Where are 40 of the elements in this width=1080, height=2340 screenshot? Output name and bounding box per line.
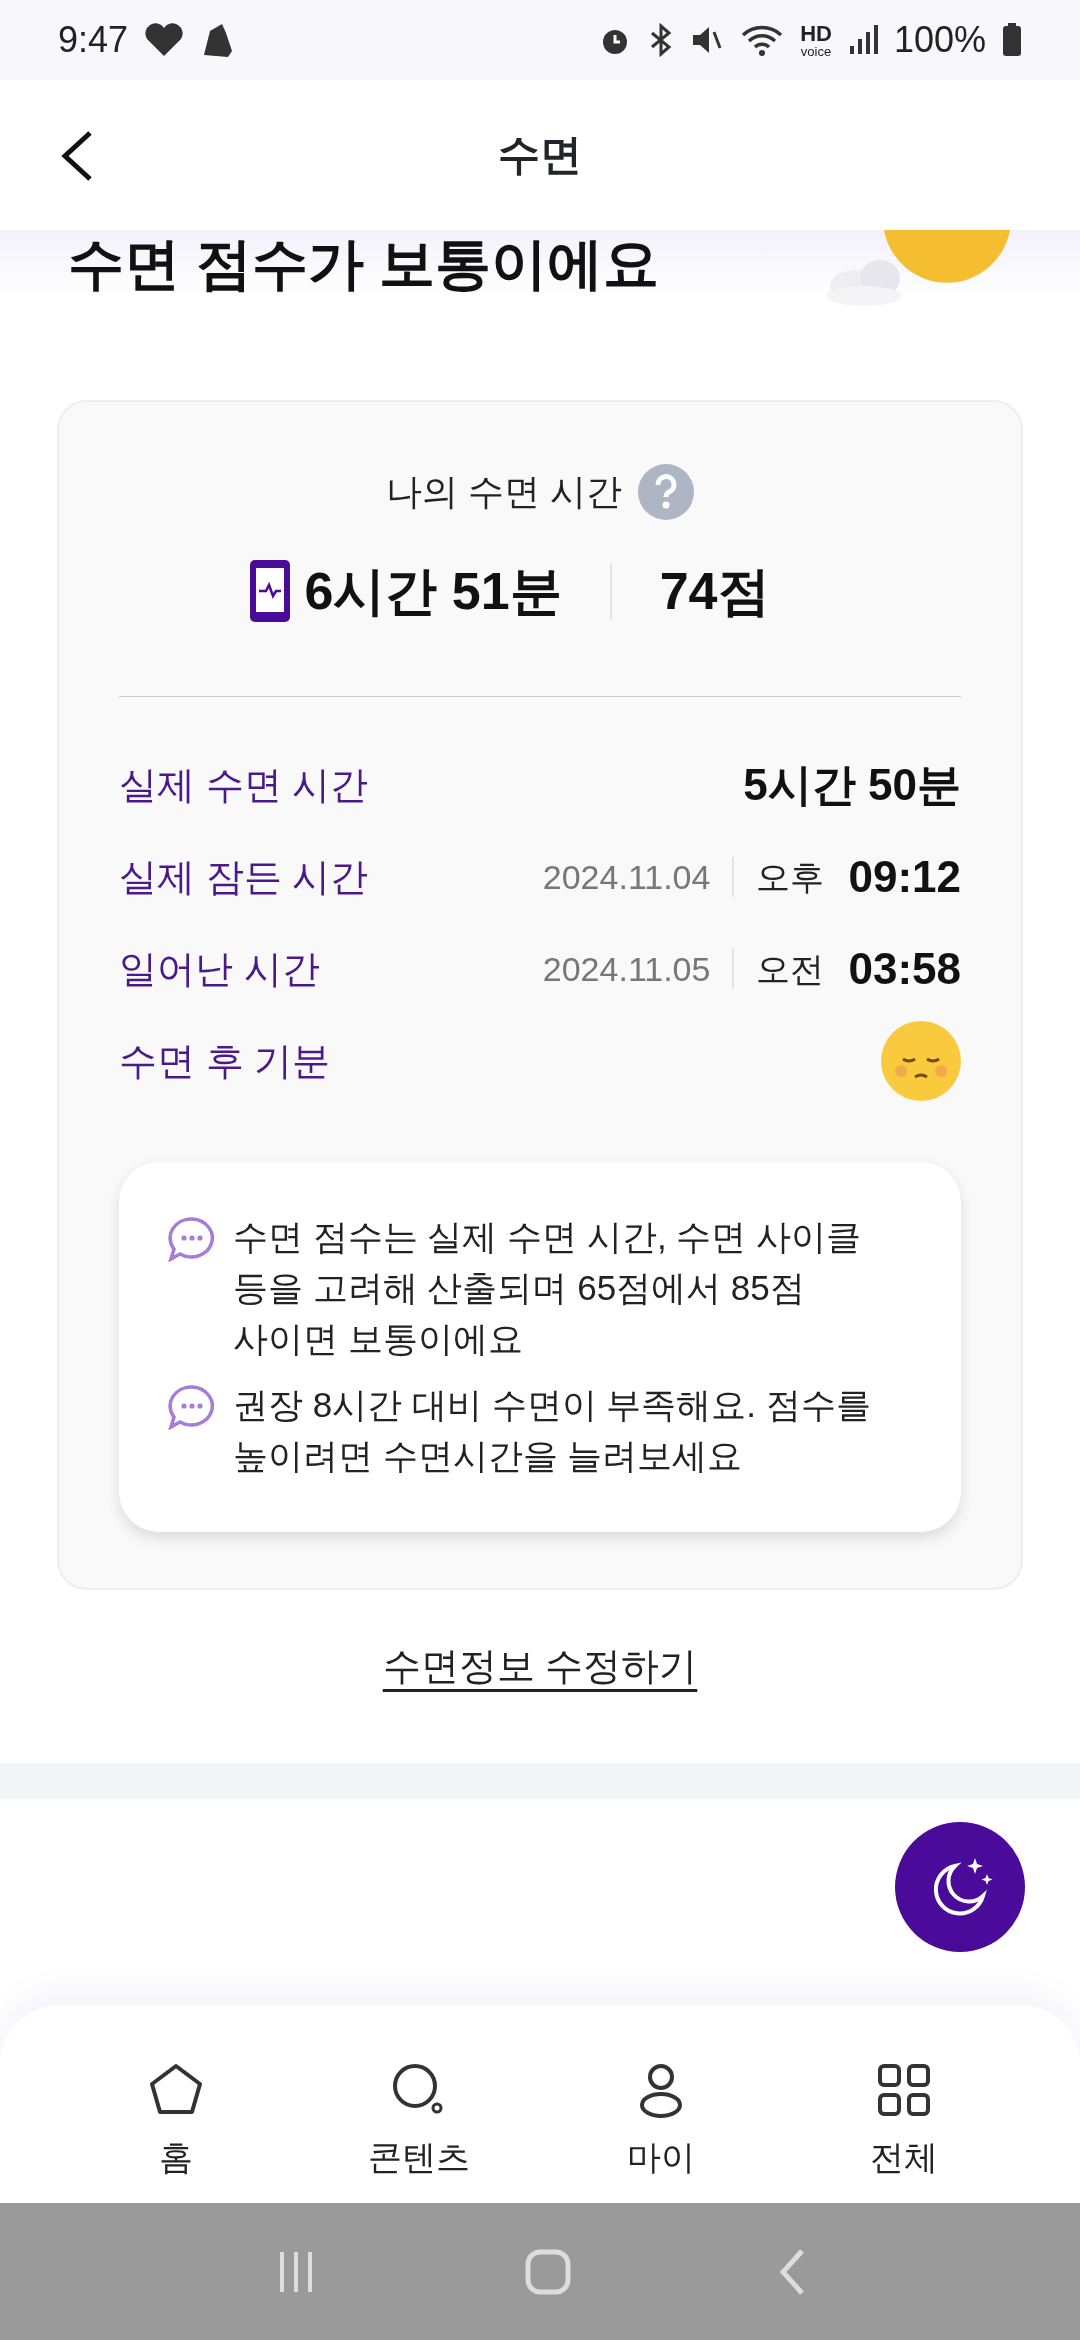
detail-label: 수면 후 기분 xyxy=(119,1038,331,1084)
hd-label: HD xyxy=(800,22,832,45)
nav-tab[interactable]: 전체 xyxy=(803,2005,1004,2203)
heart-icon xyxy=(144,22,185,58)
detail-period: 오전 xyxy=(756,948,825,990)
sleepy-face-icon xyxy=(881,1021,961,1101)
detail-label: 실제 잠든 시간 xyxy=(119,854,369,900)
detail-period: 오후 xyxy=(756,856,825,898)
detail-value: 5시간 50분 xyxy=(743,759,961,811)
note-text: 권장 8시간 대비 수면이 부족해요. 점수를 높이려면 수면시간을 늘려보세요 xyxy=(233,1384,872,1477)
sleep-duration: 6시간 51분 xyxy=(304,561,562,622)
status-time: 9:47 xyxy=(58,18,129,62)
detail-date: 2024.11.05 xyxy=(542,948,711,990)
battery-icon xyxy=(1002,23,1022,57)
signal-icon xyxy=(847,24,878,56)
detail-date: 2024.11.04 xyxy=(542,856,711,898)
help-icon[interactable] xyxy=(638,464,694,520)
page-title: 수면 xyxy=(498,129,582,180)
chat-bubble-icon xyxy=(167,1216,217,1262)
back-icon xyxy=(60,130,94,182)
home-button[interactable] xyxy=(525,2248,571,2295)
note-text: 수면 점수는 실제 수면 시간, 수면 사이클 등을 고려해 산출되며 65점에서 85점 사이면 보통이에요 xyxy=(233,1216,863,1360)
edit-sleep-link[interactable]: 수면정보 수정하기 xyxy=(382,1644,698,1687)
nav-tab[interactable]: 마이 xyxy=(561,2005,762,2203)
chat-bubble-icon xyxy=(167,1384,217,1431)
wifi-icon xyxy=(740,23,785,57)
back-button[interactable] xyxy=(60,130,94,182)
voice-label: voice xyxy=(800,44,832,58)
detail-time: 03:58 xyxy=(848,943,961,995)
detail-label: 일어난 시간 xyxy=(119,946,320,992)
nav-tab[interactable]: 홈 xyxy=(76,2005,277,2203)
detail-label: 실제 수면 시간 xyxy=(119,762,369,808)
detail-time: 09:12 xyxy=(848,851,961,903)
battery-percent: 100% xyxy=(893,18,986,62)
system-back-button[interactable] xyxy=(778,2247,807,2296)
sleep-score: 74점 xyxy=(659,561,770,622)
sleep-time-title: 나의 수면 시간 xyxy=(386,470,622,514)
nav-tab[interactable]: 콘텐츠 xyxy=(318,2005,519,2203)
phone-icon xyxy=(250,560,291,622)
headline: 수면 점수가 보통이에요 xyxy=(68,231,660,297)
